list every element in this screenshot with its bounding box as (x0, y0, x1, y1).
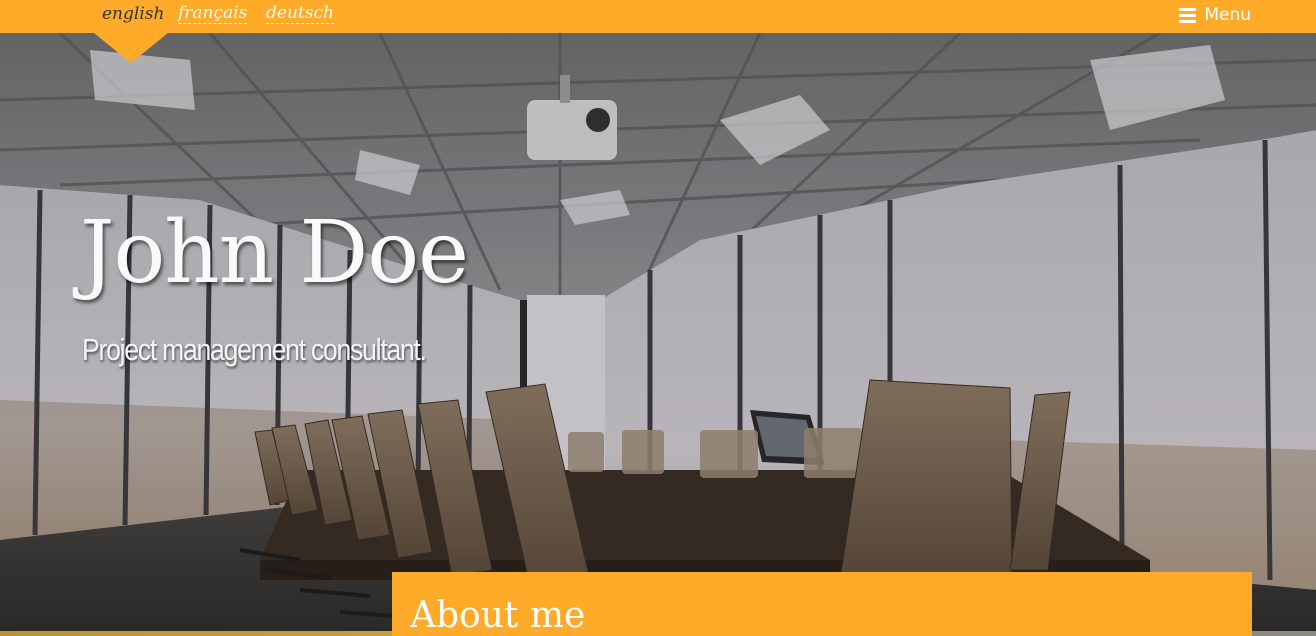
hero-background (0, 0, 1316, 636)
active-language-pointer (94, 33, 168, 63)
language-deutsch[interactable]: deutsch (266, 3, 334, 24)
language-english[interactable]: english (102, 3, 164, 25)
menu-button[interactable]: Menu (1179, 3, 1251, 27)
language-francais[interactable]: français (178, 3, 248, 24)
conference-room-image (0, 0, 1316, 636)
menu-label: Menu (1204, 5, 1251, 25)
hero-title: John Doe (80, 203, 469, 303)
top-navigation-bar: english français deutsch Menu (0, 0, 1316, 33)
hero-subtitle: Project management consultant. (82, 332, 427, 367)
hamburger-icon (1179, 7, 1197, 23)
about-section-card: About me (392, 572, 1252, 636)
about-heading: About me (410, 595, 586, 636)
